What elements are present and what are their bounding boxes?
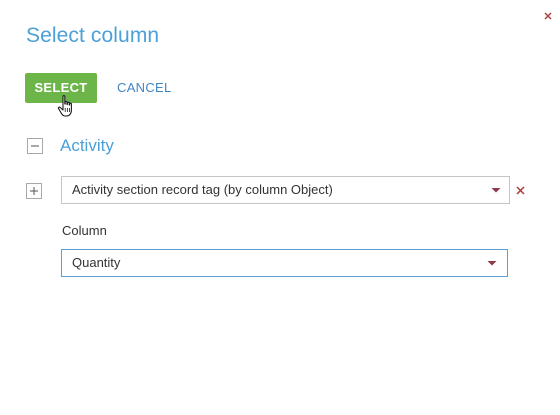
- cancel-button[interactable]: CANCEL: [112, 73, 177, 103]
- lookup-select-value: Activity section record tag (by column O…: [72, 182, 333, 197]
- minus-icon: [31, 145, 39, 147]
- column-select-value: Quantity: [72, 255, 121, 270]
- close-icon[interactable]: [540, 8, 558, 26]
- collapse-group-button[interactable]: [27, 138, 43, 154]
- chevron-down-icon: [490, 177, 502, 203]
- column-select[interactable]: Quantity: [61, 249, 508, 277]
- plus-icon: [30, 187, 38, 195]
- dialog-title: Select column: [26, 24, 160, 47]
- remove-lookup-icon[interactable]: [514, 184, 528, 198]
- lookup-select[interactable]: Activity section record tag (by column O…: [61, 176, 510, 204]
- expand-lookup-button[interactable]: [26, 183, 42, 199]
- group-label: Activity: [60, 136, 114, 155]
- column-label: Column: [62, 223, 107, 238]
- chevron-down-icon: [486, 250, 498, 276]
- hand-cursor-icon: [56, 94, 78, 120]
